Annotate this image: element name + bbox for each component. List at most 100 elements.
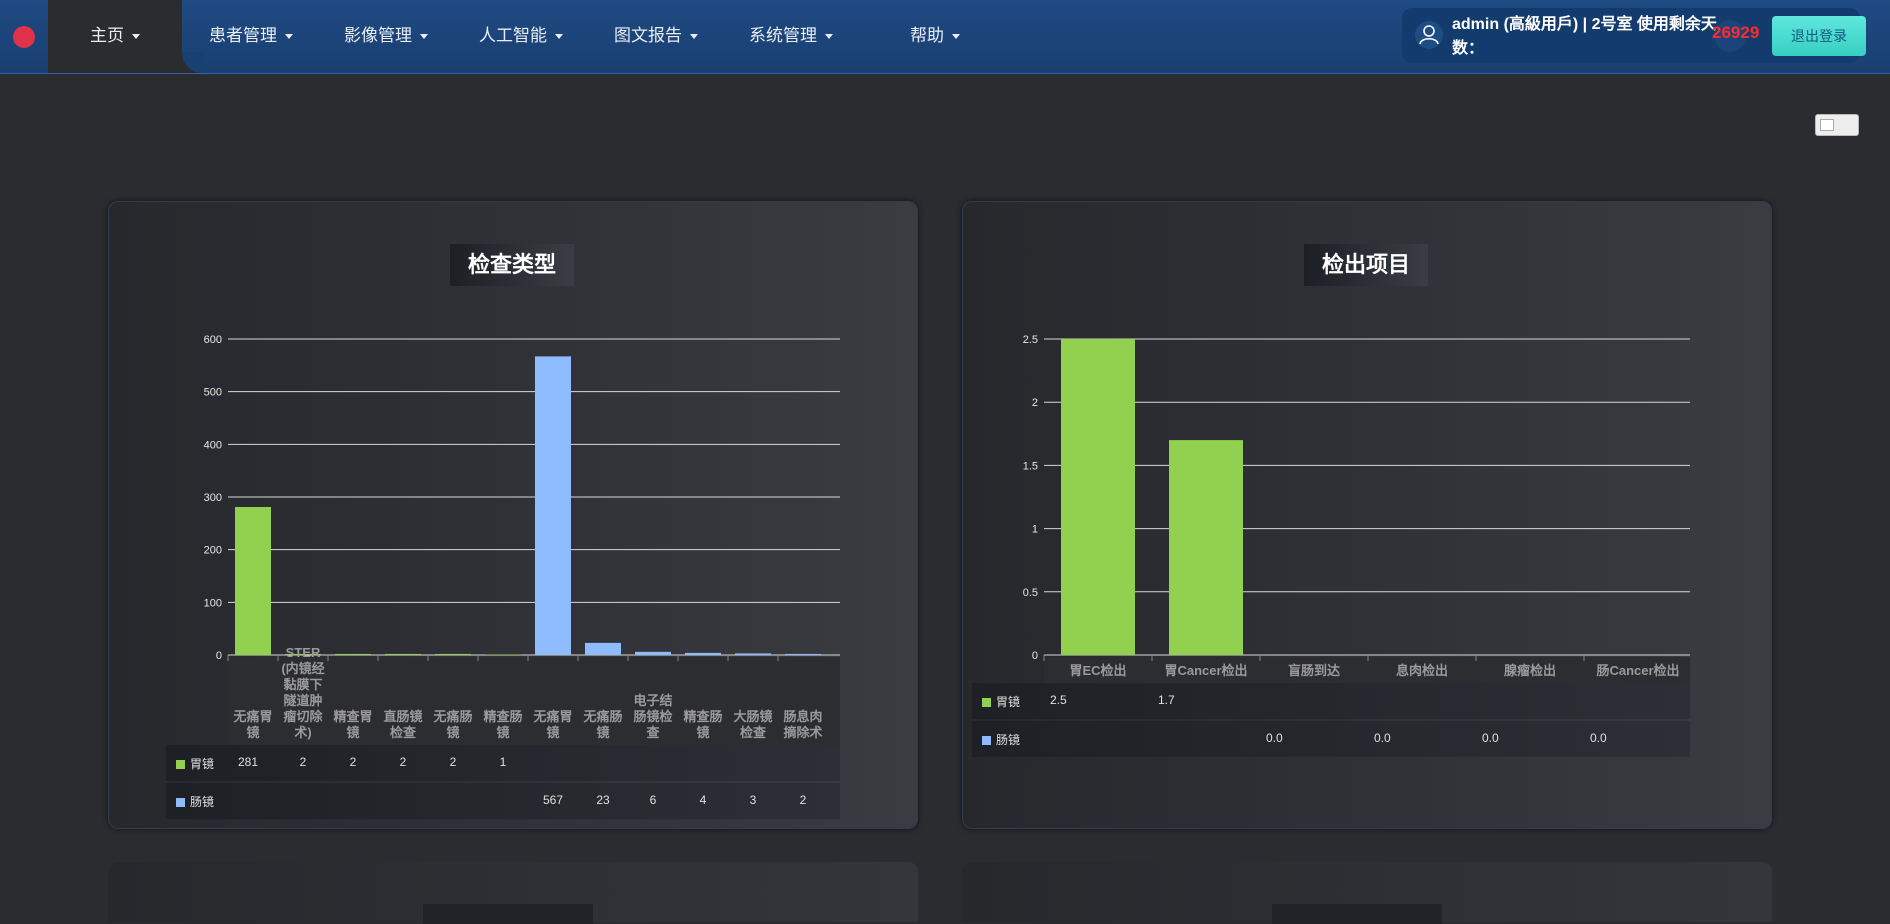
table-cell: 2 xyxy=(349,755,357,769)
y-tick-label: 0 xyxy=(1032,650,1038,662)
nav-report[interactable]: 图文报告 xyxy=(601,0,711,73)
table-cell: 2 xyxy=(299,755,307,769)
nav-patient-management[interactable]: 患者管理 xyxy=(196,0,306,73)
y-tick-label: 100 xyxy=(204,597,222,609)
nav-help-label: 帮助 xyxy=(910,26,944,45)
y-tick-label: 500 xyxy=(204,387,222,399)
chevron-down-icon xyxy=(952,34,960,40)
nav-image-management-label: 影像管理 xyxy=(344,26,412,45)
table-cell: 2 xyxy=(399,755,407,769)
days-remaining-count: 26929 xyxy=(1712,23,1760,42)
table-row: 肠镜 567 23 6 4 3 2 xyxy=(166,783,840,819)
x-category-label: 无痛胃镜 xyxy=(233,709,273,740)
nav-image-management[interactable]: 影像管理 xyxy=(331,0,441,73)
table-cell: 3 xyxy=(749,793,757,807)
table-row: 胃镜 281 2 2 2 2 1 xyxy=(166,745,840,781)
legend-name: 肠镜 xyxy=(190,795,215,809)
logout-button[interactable]: 退出登录 xyxy=(1772,16,1866,56)
bar-肠镜-9 xyxy=(685,652,721,655)
panel-partial-bottom-right xyxy=(962,862,1772,924)
nav-system-management-label: 系统管理 xyxy=(749,26,817,45)
legend-name: 胃镜 xyxy=(996,695,1021,709)
table-cell: 2 xyxy=(799,793,807,807)
legend-key: 肠镜 xyxy=(982,731,1020,748)
user-status-text: admin (高級用戶) | 2号室 使用剩余天数： xyxy=(1452,16,1717,57)
x-category-label: 腺瘤检出 xyxy=(1503,663,1556,678)
table-cell: 4 xyxy=(699,793,707,807)
nav-home[interactable]: 主页 xyxy=(48,0,182,73)
table-cell: 0.0 xyxy=(1590,731,1607,745)
x-category-label: 肠息肉摘除术 xyxy=(783,709,823,740)
nav-ai-label: 人工智能 xyxy=(479,26,547,45)
table-cell: 0.0 xyxy=(1482,731,1499,745)
x-category-label: STER(内镜经黏膜下隧道肿瘤切除术) xyxy=(281,645,325,740)
legend-name: 胃镜 xyxy=(190,757,215,771)
y-tick-label: 2.5 xyxy=(1023,334,1038,346)
panel-partial-bottom-left xyxy=(108,862,918,924)
x-category-label: 大肠镜检查 xyxy=(733,709,773,740)
nav-ai[interactable]: 人工智能 xyxy=(466,0,576,73)
table-cell: 0.0 xyxy=(1266,731,1283,745)
table-cell: 2 xyxy=(449,755,457,769)
table-cell: 567 xyxy=(542,793,564,807)
y-tick-label: 300 xyxy=(204,492,222,504)
chevron-down-icon xyxy=(420,34,428,40)
user-icon xyxy=(1415,21,1443,49)
legend-key: 胃镜 xyxy=(982,693,1020,710)
y-tick-label: 1 xyxy=(1032,524,1038,536)
table-row: 胃镜 2.5 1.7 xyxy=(972,683,1690,719)
x-category-label: 精查肠镜 xyxy=(683,709,723,740)
top-navbar: 主页 患者管理 影像管理 人工智能 图文报告 系统管理 帮助 admin (高級… xyxy=(0,0,1890,74)
y-tick-label: 600 xyxy=(204,334,222,346)
theme-toggle[interactable] xyxy=(1815,114,1859,136)
nav-patient-management-label: 患者管理 xyxy=(209,26,277,45)
bar-胃镜-5 xyxy=(485,654,521,655)
panel-detection-items: 检出项目 0 0.5 1 1.5 2 2.5 胃EC检出 胃Cancer检出 盲肠到达 息肉检出… xyxy=(962,201,1772,829)
bar-胃镜-3 xyxy=(385,653,421,655)
table-row: 肠镜 0.0 0.0 0.0 0.0 xyxy=(972,721,1690,757)
chevron-down-icon xyxy=(285,34,293,40)
bar-肠镜-7 xyxy=(585,642,621,655)
legend-key: 胃镜 xyxy=(176,755,214,772)
x-category-label: 胃Cancer检出 xyxy=(1164,663,1248,678)
x-category-label: 肠Cancer检出 xyxy=(1596,663,1680,678)
chevron-down-icon xyxy=(825,34,833,40)
bar-肠镜-6 xyxy=(535,356,571,655)
y-tick-label: 0.5 xyxy=(1023,587,1038,599)
table-cell: 6 xyxy=(649,793,657,807)
panel-title-placeholder xyxy=(423,904,593,924)
bar-胃镜-2 xyxy=(335,653,371,655)
y-tick-label: 1.5 xyxy=(1023,460,1038,472)
x-category-label: 电子结肠镜检查 xyxy=(633,693,673,740)
bar-胃镜-1 xyxy=(1169,440,1243,655)
x-category-label: 息肉检出 xyxy=(1395,663,1448,678)
nav-report-label: 图文报告 xyxy=(614,26,682,45)
legend-swatch xyxy=(982,698,991,708)
x-category-label: 无痛胃镜 xyxy=(533,709,573,740)
user-info-box: admin (高級用戶) | 2号室 使用剩余天数： 26929 退出登录 xyxy=(1402,8,1866,63)
x-category-label: 胃EC检出 xyxy=(1069,663,1127,678)
y-tick-label: 400 xyxy=(204,439,222,451)
bar-肠镜-11 xyxy=(785,653,821,655)
nav-help[interactable]: 帮助 xyxy=(880,0,990,73)
table-cell: 2.5 xyxy=(1050,693,1067,707)
table-cell: 1.7 xyxy=(1158,693,1175,707)
nav-system-management[interactable]: 系统管理 xyxy=(736,0,846,73)
x-category-label: 无痛肠镜 xyxy=(433,709,473,740)
bar-胃镜-4 xyxy=(435,653,471,655)
y-tick-label: 200 xyxy=(204,545,222,557)
nav-home-label: 主页 xyxy=(90,26,124,45)
panel-title-placeholder xyxy=(1272,904,1442,924)
bar-胃镜-0 xyxy=(235,507,271,655)
legend-swatch xyxy=(982,736,991,746)
bar-胃镜-0 xyxy=(1061,339,1135,655)
y-tick-label: 0 xyxy=(216,650,222,662)
chevron-down-icon xyxy=(132,34,140,40)
legend-swatch xyxy=(176,760,185,770)
x-category-label: 直肠镜检查 xyxy=(383,709,423,740)
x-category-label: 无痛肠镜 xyxy=(583,709,623,740)
legend-name: 肠镜 xyxy=(996,733,1021,747)
y-tick-label: 2 xyxy=(1032,397,1038,409)
legend-swatch xyxy=(176,798,185,808)
bar-肠镜-10 xyxy=(735,653,771,655)
